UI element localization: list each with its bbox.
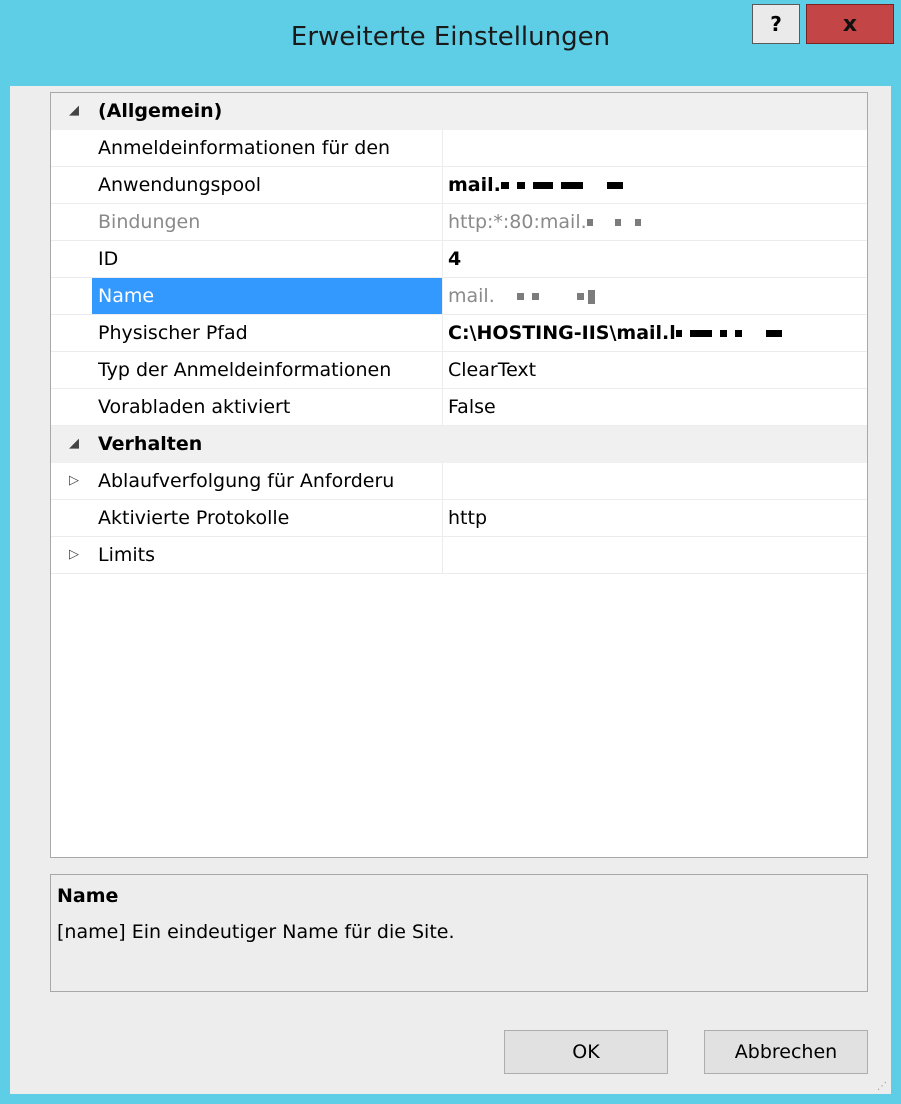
property-name: Typ der Anmeldeinformationen	[98, 359, 392, 381]
column-divider	[442, 389, 443, 425]
column-divider	[442, 315, 443, 351]
expand-icon[interactable]: ▷	[69, 463, 79, 499]
column-divider	[442, 352, 443, 388]
property-name: Anmeldeinformationen für den	[98, 137, 391, 159]
help-button[interactable]: ?	[752, 4, 800, 44]
value-text: mail.	[448, 174, 501, 196]
property-value[interactable]	[448, 130, 867, 166]
property-name: Ablaufverfolgung für Anforderu	[98, 470, 395, 492]
property-row[interactable]: Vorabladen aktiviert False	[51, 389, 867, 426]
title-bar: Erweiterte Einstellungen ? x	[0, 0, 901, 86]
property-value[interactable]	[448, 463, 867, 499]
redaction-mark	[500, 182, 509, 189]
property-value[interactable]: False	[448, 389, 867, 425]
property-name: Name	[92, 278, 442, 314]
redaction-mark	[576, 293, 584, 300]
column-divider	[442, 537, 443, 573]
property-row[interactable]: ▷ Ablaufverfolgung für Anforderu	[51, 463, 867, 500]
property-name: ID	[98, 248, 119, 270]
category-general[interactable]: ◢ (Allgemein)	[51, 93, 867, 130]
description-panel: Name [name] Ein eindeutiger Name für die…	[50, 874, 868, 992]
redaction-mark	[634, 219, 641, 226]
property-row[interactable]: ▷ Limits	[51, 537, 867, 574]
redaction-mark	[516, 182, 525, 189]
redaction-mark	[675, 330, 682, 337]
column-divider	[442, 241, 443, 277]
collapse-icon[interactable]: ◢	[69, 426, 79, 462]
resize-grip-icon[interactable]: ⋰	[877, 1081, 887, 1092]
dialog-client: ◢ (Allgemein) Anmeldeinformationen für d…	[10, 86, 891, 1094]
category-behavior[interactable]: ◢ Verhalten	[51, 426, 867, 463]
column-divider	[442, 278, 443, 314]
column-divider	[442, 204, 443, 240]
redaction-mark	[614, 219, 621, 226]
redaction-mark	[689, 330, 712, 337]
description-title: Name	[57, 885, 119, 907]
redaction-mark	[587, 289, 595, 304]
property-value-name[interactable]: mail.	[448, 278, 867, 314]
property-value-app-pool[interactable]: mail.	[448, 167, 867, 203]
redaction-mark	[516, 293, 524, 300]
expand-icon[interactable]: ▷	[69, 537, 79, 573]
category-label: (Allgemein)	[98, 100, 223, 122]
value-text: mail.	[448, 285, 495, 307]
property-row[interactable]: Typ der Anmeldeinformationen ClearText	[51, 352, 867, 389]
ok-button[interactable]: OK	[504, 1030, 668, 1074]
column-divider	[442, 130, 443, 166]
property-row[interactable]: Bindungen http:*:80:mail.	[51, 204, 867, 241]
property-name: Vorabladen aktiviert	[98, 396, 291, 418]
redaction-mark	[560, 182, 583, 189]
column-divider	[442, 463, 443, 499]
redaction-mark	[532, 182, 553, 189]
property-row[interactable]: Anmeldeinformationen für den	[51, 130, 867, 167]
column-divider	[442, 167, 443, 203]
collapse-icon[interactable]: ◢	[69, 93, 79, 129]
property-value[interactable]: 4	[448, 241, 867, 277]
cancel-button[interactable]: Abbrechen	[704, 1030, 868, 1074]
redaction-mark	[734, 330, 742, 337]
description-text: [name] Ein eindeutiger Name für die Site…	[57, 921, 455, 943]
property-name: Physischer Pfad	[98, 322, 248, 344]
property-name: Bindungen	[98, 211, 201, 233]
property-value[interactable]: ClearText	[448, 352, 867, 388]
property-row[interactable]: ID 4	[51, 241, 867, 278]
property-row[interactable]: Aktivierte Protokolle http	[51, 500, 867, 537]
redaction-mark	[719, 330, 727, 337]
property-grid[interactable]: ◢ (Allgemein) Anmeldeinformationen für d…	[50, 92, 868, 858]
redaction-mark	[606, 182, 623, 189]
property-name: Aktivierte Protokolle	[98, 507, 290, 529]
column-divider	[442, 500, 443, 536]
property-row[interactable]: Anwendungspool mail.	[51, 167, 867, 204]
category-label: Verhalten	[98, 433, 203, 455]
property-value-bindings[interactable]: http:*:80:mail.	[448, 204, 867, 240]
property-value[interactable]	[448, 537, 867, 573]
property-row-selected[interactable]: Name mail.	[51, 278, 867, 315]
property-name: Anwendungspool	[98, 174, 262, 196]
redaction-mark	[531, 293, 539, 300]
property-row[interactable]: Physischer Pfad C:\HOSTING-IIS\mail.l	[51, 315, 867, 352]
close-button[interactable]: x	[806, 4, 894, 44]
property-value-physical-path[interactable]: C:\HOSTING-IIS\mail.l	[448, 315, 867, 351]
property-value[interactable]: http	[448, 500, 867, 536]
redaction-mark	[586, 219, 593, 226]
value-text: http:*:80:mail.	[448, 211, 587, 233]
value-text: C:\HOSTING-IIS\mail.l	[448, 322, 676, 344]
redaction-mark	[765, 330, 782, 337]
property-name: Limits	[98, 544, 155, 566]
